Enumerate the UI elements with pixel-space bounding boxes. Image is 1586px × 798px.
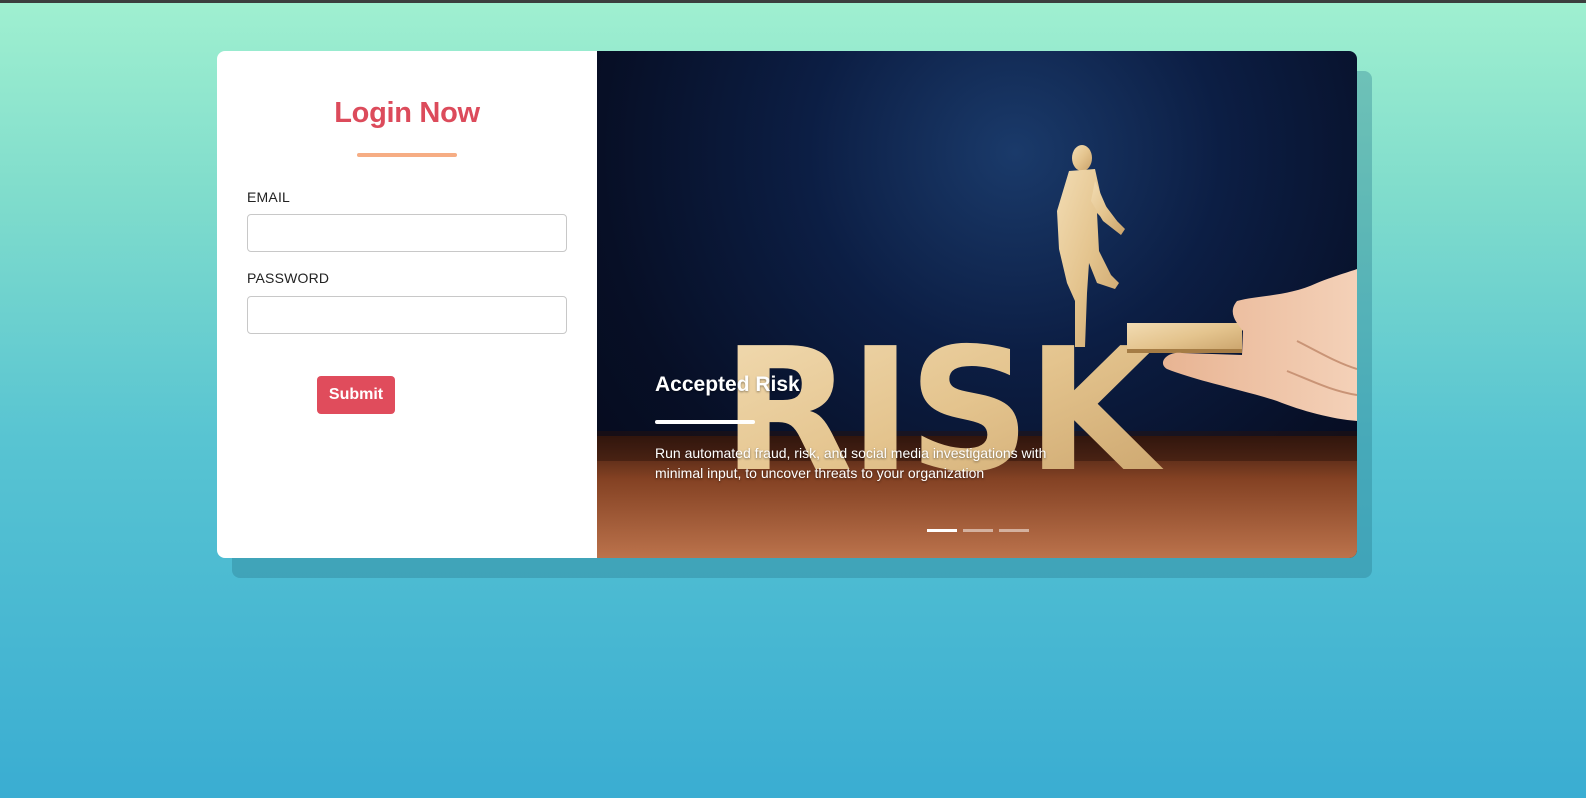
email-field[interactable]	[247, 214, 567, 252]
login-panel: Login Now EMAIL PASSWORD Submit	[217, 51, 597, 558]
slide-description: Run automated fraud, risk, and social me…	[655, 445, 1047, 481]
login-card: Login Now EMAIL PASSWORD Submit RISK Acc…	[217, 51, 1357, 558]
carousel-slide[interactable]: RISK Accepted Risk Run automated fraud, …	[597, 51, 1357, 558]
carousel-indicators	[927, 529, 1029, 532]
slide-title-rule	[655, 420, 755, 424]
carousel-indicator-1[interactable]	[927, 529, 957, 532]
password-field[interactable]	[247, 296, 567, 334]
submit-button[interactable]: Submit	[317, 376, 395, 414]
password-label: PASSWORD	[247, 270, 330, 286]
email-label: EMAIL	[247, 189, 291, 205]
carousel-indicator-2[interactable]	[963, 529, 993, 532]
login-title: Login Now	[334, 97, 480, 129]
carousel-indicator-3[interactable]	[999, 529, 1029, 532]
title-underline	[357, 153, 457, 157]
slide-title: Accepted Risk	[655, 373, 800, 396]
browser-top-border	[0, 0, 1586, 3]
